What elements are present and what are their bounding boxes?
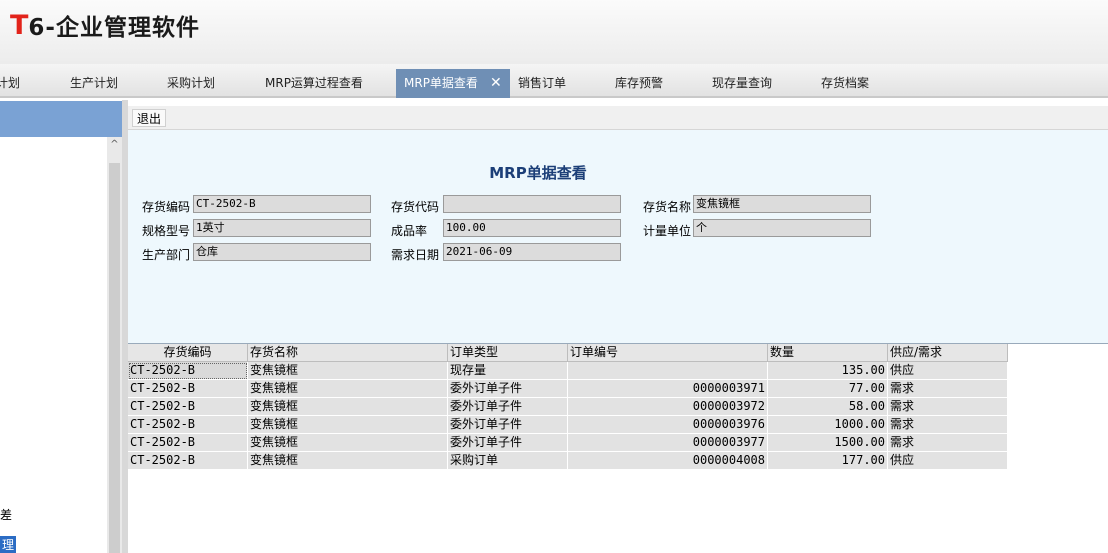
table-cell[interactable]: 委外订单子件 — [448, 380, 568, 398]
demand-date-field[interactable]: 2021-06-09 — [443, 243, 621, 261]
table-cell[interactable]: 0000003977 — [568, 434, 768, 452]
inventory-name-field[interactable]: 变焦镜框 — [693, 195, 871, 213]
app-logo: T 6-企业管理软件 — [10, 8, 200, 42]
table-cell[interactable]: 采购订单 — [448, 452, 568, 470]
table-cell[interactable]: 需求 — [888, 434, 1008, 452]
tab-purchase-plan[interactable]: 采购计划 — [167, 69, 215, 98]
inventory-alias-field[interactable] — [443, 195, 621, 213]
table-cell[interactable]: 供应 — [888, 362, 1008, 380]
tab-plan[interactable]: 计划 — [0, 69, 20, 98]
app-title: 6-企业管理软件 — [28, 15, 200, 41]
table-cell[interactable]: 0000003972 — [568, 398, 768, 416]
table-cell[interactable]: 177.00 — [768, 452, 888, 470]
column-header[interactable]: 存货编码 — [128, 344, 248, 362]
column-header[interactable]: 存货名称 — [248, 344, 448, 362]
tab-mrp-documents-label: MRP单据查看 — [404, 76, 478, 90]
table-row[interactable]: CT-2502-B 变焦镜框 采购订单 0000004008 177.00 供应 — [128, 452, 1008, 470]
table-cell[interactable]: 供应 — [888, 452, 1008, 470]
column-header[interactable]: 订单类型 — [448, 344, 568, 362]
tab-stock-query[interactable]: 现存量查询 — [712, 69, 772, 98]
exit-button[interactable]: 退出 — [132, 109, 167, 127]
table-cell[interactable]: 0000004008 — [568, 452, 768, 470]
table-cell[interactable]: 需求 — [888, 398, 1008, 416]
table-cell[interactable]: 变焦镜框 — [248, 416, 448, 434]
yield-rate-label: 成品率 — [391, 224, 428, 238]
tab-mrp-documents[interactable]: MRP单据查看 ✕ — [396, 69, 510, 98]
table-cell[interactable]: 需求 — [888, 416, 1008, 434]
table-cell[interactable]: 变焦镜框 — [248, 398, 448, 416]
table-cell[interactable]: 1500.00 — [768, 434, 888, 452]
close-icon[interactable]: ✕ — [490, 75, 502, 91]
scroll-thumb[interactable] — [109, 163, 120, 553]
tab-production-plan[interactable]: 生产计划 — [70, 69, 118, 98]
main-content: 退出 MRP单据查看 存货编码 CT-2502-B 存货代码 存货名称 变焦镜框… — [128, 106, 1108, 553]
table-cell[interactable]: CT-2502-B — [128, 380, 248, 398]
table-cell[interactable]: CT-2502-B — [128, 416, 248, 434]
unit-label: 计量单位 — [643, 224, 692, 238]
scroll-up-icon[interactable]: ^ — [107, 139, 122, 150]
toolbar: 退出 — [128, 106, 1108, 130]
left-nav-panel: ^ 差 理 — [0, 100, 128, 553]
table-cell[interactable]: CT-2502-B — [128, 452, 248, 470]
table-row[interactable]: CT-2502-B 变焦镜框 现存量 135.00 供应 — [128, 362, 1008, 380]
tab-bar: 计划 生产计划 采购计划 MRP运算过程查看 MRP单据查看 ✕ 销售订单 库存预… — [0, 64, 1108, 98]
yield-rate-field[interactable]: 100.00 — [443, 219, 621, 237]
table-row[interactable]: CT-2502-B 变焦镜框 委外订单子件 0000003977 1500.00… — [128, 434, 1008, 452]
inventory-code-label: 存货编码 — [142, 200, 191, 214]
table-cell[interactable]: 变焦镜框 — [248, 434, 448, 452]
table-cell[interactable]: 需求 — [888, 380, 1008, 398]
table-cell[interactable]: 0000003976 — [568, 416, 768, 434]
table-row[interactable]: CT-2502-B 变焦镜框 委外订单子件 0000003971 77.00 需… — [128, 380, 1008, 398]
column-header[interactable]: 供应/需求 — [888, 344, 1008, 362]
table-cell[interactable]: 委外订单子件 — [448, 416, 568, 434]
nav-item-selected-fragment[interactable]: 理 — [0, 536, 17, 553]
tab-inventory-archive[interactable]: 存货档案 — [821, 69, 869, 98]
inventory-name-label: 存货名称 — [643, 200, 692, 214]
left-nav-header — [0, 101, 122, 137]
column-header[interactable]: 订单编号 — [568, 344, 768, 362]
table-header-row: 存货编码 存货名称 订单类型 订单编号 数量 供应/需求 — [128, 344, 1008, 362]
table-cell[interactable]: CT-2502-B — [128, 362, 248, 380]
spec-label: 规格型号 — [142, 224, 191, 238]
table-cell[interactable]: 1000.00 — [768, 416, 888, 434]
table-cell[interactable]: 现存量 — [448, 362, 568, 380]
tab-stock-alert[interactable]: 库存预警 — [615, 69, 663, 98]
table-cell[interactable]: CT-2502-B — [128, 434, 248, 452]
left-nav-scrollbar[interactable]: ^ — [107, 137, 122, 553]
table-row[interactable]: CT-2502-B 变焦镜框 委外订单子件 0000003976 1000.00… — [128, 416, 1008, 434]
inventory-code-field[interactable]: CT-2502-B — [193, 195, 371, 213]
table-cell[interactable]: 135.00 — [768, 362, 888, 380]
table-cell[interactable]: 委外订单子件 — [448, 398, 568, 416]
document-header-form: MRP单据查看 存货编码 CT-2502-B 存货代码 存货名称 变焦镜框 规格… — [128, 130, 1108, 344]
page-title: MRP单据查看 — [489, 164, 587, 182]
table-cell[interactable]: 委外订单子件 — [448, 434, 568, 452]
spec-field[interactable]: 1英寸 — [193, 219, 371, 237]
table-cell[interactable]: 变焦镜框 — [248, 380, 448, 398]
department-label: 生产部门 — [142, 248, 191, 262]
table-cell[interactable]: CT-2502-B — [128, 398, 248, 416]
table-cell[interactable] — [568, 362, 768, 380]
demand-date-label: 需求日期 — [391, 248, 440, 262]
table-cell[interactable]: 变焦镜框 — [248, 362, 448, 380]
table-cell[interactable]: 58.00 — [768, 398, 888, 416]
unit-field[interactable]: 个 — [693, 219, 871, 237]
inventory-alias-label: 存货代码 — [391, 200, 440, 214]
nav-item-fragment[interactable]: 差 — [0, 506, 12, 523]
table-cell[interactable]: 0000003971 — [568, 380, 768, 398]
tab-sales-order[interactable]: 销售订单 — [518, 69, 566, 98]
app-banner: T 6-企业管理软件 — [0, 0, 1108, 64]
table-cell[interactable]: 77.00 — [768, 380, 888, 398]
department-field[interactable]: 仓库 — [193, 243, 371, 261]
table-row[interactable]: CT-2502-B 变焦镜框 委外订单子件 0000003972 58.00 需… — [128, 398, 1008, 416]
logo-mark: T — [10, 9, 29, 41]
column-header[interactable]: 数量 — [768, 344, 888, 362]
tab-mrp-process[interactable]: MRP运算过程查看 — [265, 69, 363, 98]
table-cell[interactable]: 变焦镜框 — [248, 452, 448, 470]
